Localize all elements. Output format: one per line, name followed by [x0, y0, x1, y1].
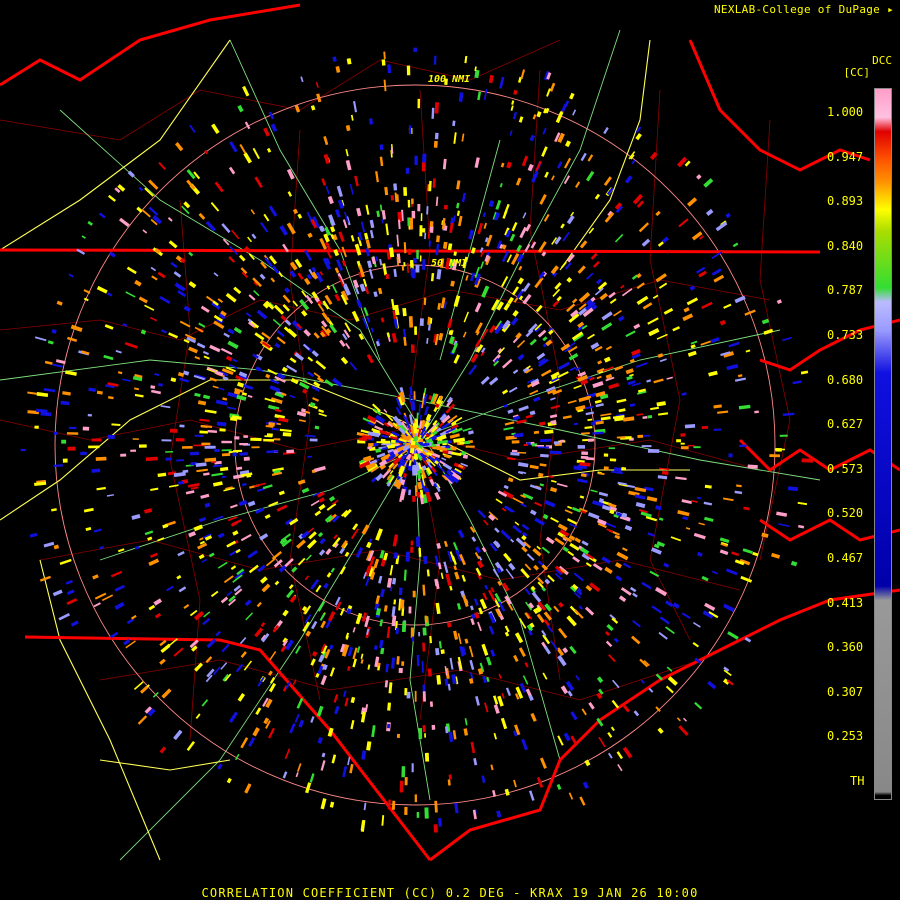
color-scale-bar: [874, 88, 892, 800]
range-ring-label-100: 100 NMI: [428, 74, 471, 85]
legend-product: DCC: [872, 54, 892, 67]
range-ring-label-50: 50 NMI: [431, 258, 468, 269]
legend-tick-label: 0.787: [827, 283, 864, 298]
legend-tick-label: 0.893: [827, 194, 864, 209]
legend-tick-label: 0.840: [827, 238, 864, 253]
legend-units: [CC]: [843, 66, 871, 79]
nexlab-logo-icon: ▸: [887, 3, 894, 16]
legend-tick-label: 0.733: [827, 328, 864, 342]
product-title: CORRELATION COEFFICIENT (CC) 0.2 DEG - K…: [201, 886, 699, 900]
legend-tick-label: 0.467: [827, 551, 864, 565]
legend-tick-label: 0.307: [827, 684, 864, 699]
legend-tick-label: 1.000: [827, 105, 864, 119]
credit-text: NEXLAB-College of DuPage: [713, 3, 881, 16]
legend-tick-label: 0.947: [827, 149, 864, 164]
radar-map: [0, 0, 900, 900]
legend-tick-label: 0.520: [827, 506, 864, 521]
legend-tick-label: 0.413: [827, 595, 864, 610]
legend-tick-label: 0.627: [827, 417, 864, 432]
legend-tick-label: 0.360: [827, 640, 864, 655]
legend-tick-label: 0.253: [827, 729, 864, 744]
credit-label: NEXLAB-College of DuPage ▸: [714, 3, 894, 16]
legend-tick-label: TH: [850, 774, 865, 788]
legend-tick-label: 0.680: [827, 372, 864, 387]
legend-tick-label: 0.573: [827, 461, 864, 476]
